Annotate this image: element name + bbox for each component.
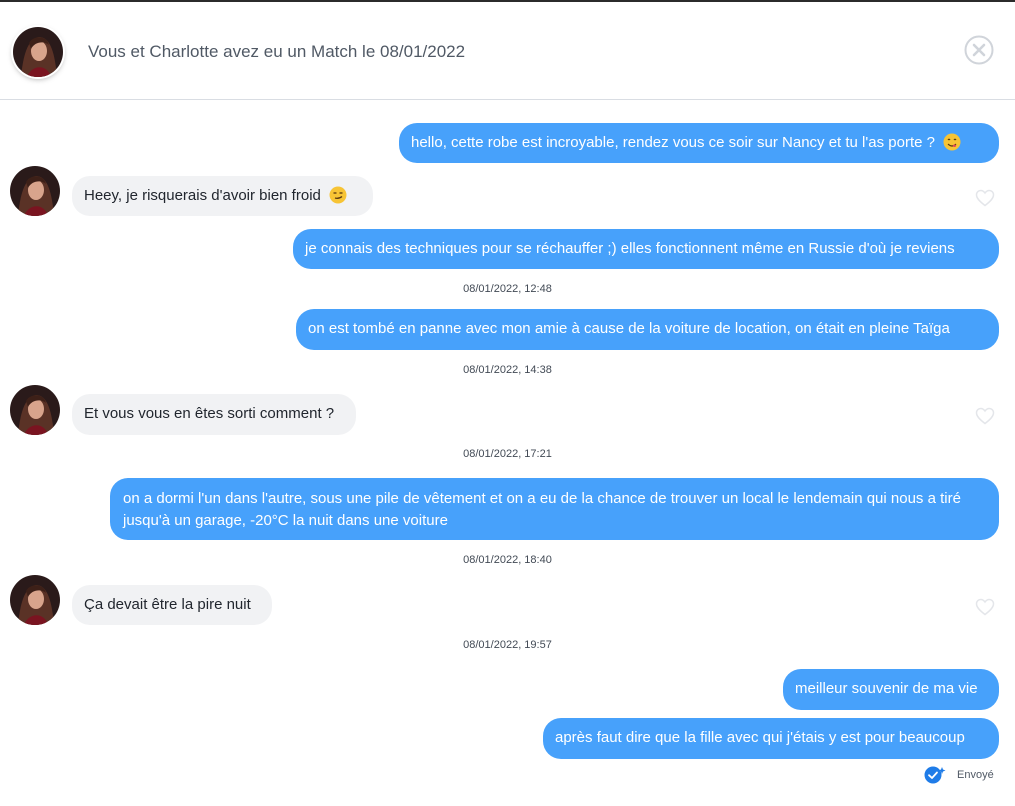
incoming-message[interactable]: Heey, je risquerais d'avoir bien froid [72, 176, 373, 216]
smirk-emoji-icon [329, 186, 347, 211]
message-text: Et vous vous en êtes sorti comment ? [84, 405, 335, 422]
message-text: après faut dire que la fille avec qui j'… [555, 729, 965, 746]
match-header: Vous et Charlotte avez eu un Match le 08… [0, 2, 1015, 100]
match-title: Vous et Charlotte avez eu un Match le 08… [88, 42, 466, 61]
message-timestamp: 08/01/2022, 12:48 [463, 283, 552, 295]
message-timestamp: 08/01/2022, 14:38 [463, 364, 552, 376]
avatar-image [10, 166, 60, 216]
contact-avatar[interactable] [10, 575, 60, 625]
message-text: meilleur souvenir de ma vie [795, 680, 978, 697]
message-timestamp: 08/01/2022, 19:57 [463, 639, 552, 651]
message-timestamp: 08/01/2022, 18:40 [463, 554, 552, 566]
contact-avatar[interactable] [10, 166, 60, 216]
sent-status: Envoyé [924, 765, 994, 785]
message-text: hello, cette robe est incroyable, rendez… [411, 134, 935, 151]
avatar-image [10, 385, 60, 435]
outgoing-message[interactable]: meilleur souvenir de ma vie [783, 669, 999, 710]
close-icon [964, 35, 994, 65]
close-button[interactable] [964, 35, 994, 65]
outgoing-message[interactable]: hello, cette robe est incroyable, rendez… [399, 123, 999, 163]
message-text: Ça devait être la pire nuit [84, 596, 251, 613]
like-button[interactable] [975, 189, 995, 207]
message-text: on a dormi l'un dans l'autre, sous une p… [123, 490, 961, 529]
outgoing-message[interactable]: on a dormi l'un dans l'autre, sous une p… [110, 478, 999, 540]
outgoing-message[interactable]: on est tombé en panne avec mon amie à ca… [296, 309, 999, 350]
avatar-image [10, 575, 60, 625]
message-text: Heey, je risquerais d'avoir bien froid [84, 187, 321, 204]
message-text: je connais des techniques pour se réchau… [305, 240, 955, 257]
like-button[interactable] [975, 407, 995, 425]
heart-icon [975, 598, 995, 616]
incoming-message[interactable]: Ça devait être la pire nuit [72, 585, 272, 625]
double-check-icon [924, 766, 946, 784]
match-avatar[interactable] [13, 27, 63, 77]
incoming-message[interactable]: Et vous vous en êtes sorti comment ? [72, 394, 356, 435]
yum-emoji-icon [943, 133, 961, 158]
outgoing-message[interactable]: je connais des techniques pour se réchau… [293, 229, 999, 269]
outgoing-message[interactable]: après faut dire que la fille avec qui j'… [543, 718, 999, 759]
avatar-image [13, 27, 63, 77]
message-timestamp: 08/01/2022, 17:21 [463, 448, 552, 460]
message-text: on est tombé en panne avec mon amie à ca… [308, 320, 950, 337]
like-button[interactable] [975, 598, 995, 616]
heart-icon [975, 407, 995, 425]
sent-label: Envoyé [957, 769, 994, 781]
heart-icon [975, 189, 995, 207]
contact-avatar[interactable] [10, 385, 60, 435]
